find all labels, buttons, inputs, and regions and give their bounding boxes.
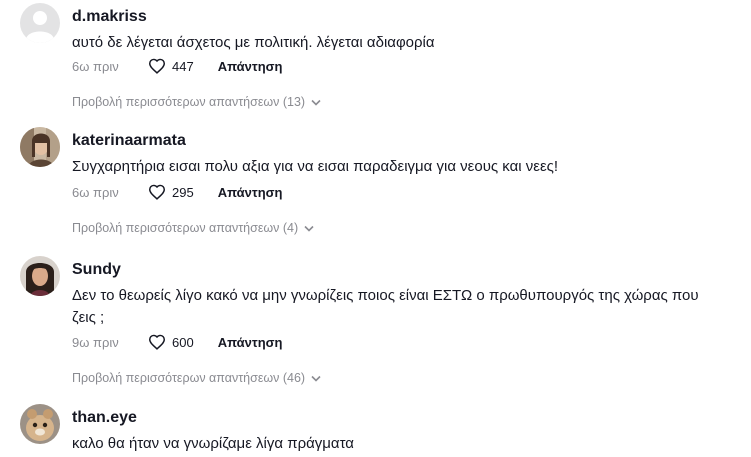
- like-button[interactable]: 295: [148, 184, 194, 200]
- reply-button[interactable]: Απάντηση: [218, 185, 283, 200]
- like-count: 600: [172, 334, 194, 350]
- comment-meta: 6ω πριν 295 Απάντηση: [72, 182, 282, 202]
- comment-username[interactable]: than.eye: [72, 409, 137, 427]
- default-avatar-icon: [20, 3, 60, 43]
- like-button[interactable]: 447: [148, 58, 194, 74]
- view-more-replies-button[interactable]: Προβολή περισσότερων απαντήσεων (13): [72, 95, 321, 109]
- comment-timestamp: 6ω πριν: [72, 184, 119, 200]
- comment-item: d.makriss αυτό δε λέγεται άσχετος με πολ…: [20, 3, 740, 113]
- heart-outline-icon: [148, 58, 166, 74]
- comment-meta: 9ω πριν 600 Απάντηση: [72, 332, 282, 352]
- user-photo-icon: [20, 404, 60, 444]
- comment-timestamp: 6ω πριν: [72, 58, 119, 74]
- chevron-down-icon: [311, 375, 321, 382]
- avatar[interactable]: [20, 256, 60, 296]
- comment-username[interactable]: d.makriss: [72, 8, 147, 26]
- heart-outline-icon: [148, 184, 166, 200]
- chevron-down-icon: [304, 225, 314, 232]
- view-replies-label: Προβολή περισσότερων απαντήσεων (13): [72, 95, 306, 109]
- like-count: 447: [172, 58, 194, 74]
- view-more-replies-button[interactable]: Προβολή περισσότερων απαντήσεων (46): [72, 371, 321, 385]
- comment-text: αυτό δε λέγεται άσχετος με πολιτική. λέγ…: [72, 34, 435, 51]
- comment-username[interactable]: katerinaarmata: [72, 132, 186, 150]
- user-photo-icon: [20, 256, 60, 296]
- comment-text: καλο θα ήταν να γνωρίζαμε λίγα πράγματα: [72, 435, 354, 452]
- comment-item: than.eye καλο θα ήταν να γνωρίζαμε λίγα …: [20, 404, 740, 457]
- heart-outline-icon: [148, 334, 166, 350]
- comment-text: Δεν το θεωρείς λίγο κακό να μην γνωρίζει…: [72, 287, 699, 326]
- comment-text: Συγχαρητήρια εισαι πολυ αξια για να εισα…: [72, 158, 559, 175]
- avatar[interactable]: [20, 127, 60, 167]
- comment-item: Sundy Δεν το θεωρείς λίγο κακό να μην γν…: [20, 256, 740, 388]
- reply-button[interactable]: Απάντηση: [218, 335, 283, 350]
- like-count: 295: [172, 184, 194, 200]
- view-replies-label: Προβολή περισσότερων απαντήσεων (46): [72, 371, 306, 385]
- view-replies-label: Προβολή περισσότερων απαντήσεων (4): [72, 221, 299, 235]
- comment-item: katerinaarmata Συγχαρητήρια εισαι πολυ α…: [20, 127, 740, 237]
- chevron-down-icon: [311, 99, 321, 106]
- reply-button[interactable]: Απάντηση: [218, 59, 283, 74]
- comment-meta: 6ω πριν 447 Απάντηση: [72, 56, 282, 76]
- view-more-replies-button[interactable]: Προβολή περισσότερων απαντήσεων (4): [72, 221, 314, 235]
- like-button[interactable]: 600: [148, 334, 194, 350]
- comment-username[interactable]: Sundy: [72, 261, 121, 279]
- avatar[interactable]: [20, 3, 60, 43]
- user-photo-icon: [20, 127, 60, 167]
- avatar[interactable]: [20, 404, 60, 444]
- comment-timestamp: 9ω πριν: [72, 334, 119, 350]
